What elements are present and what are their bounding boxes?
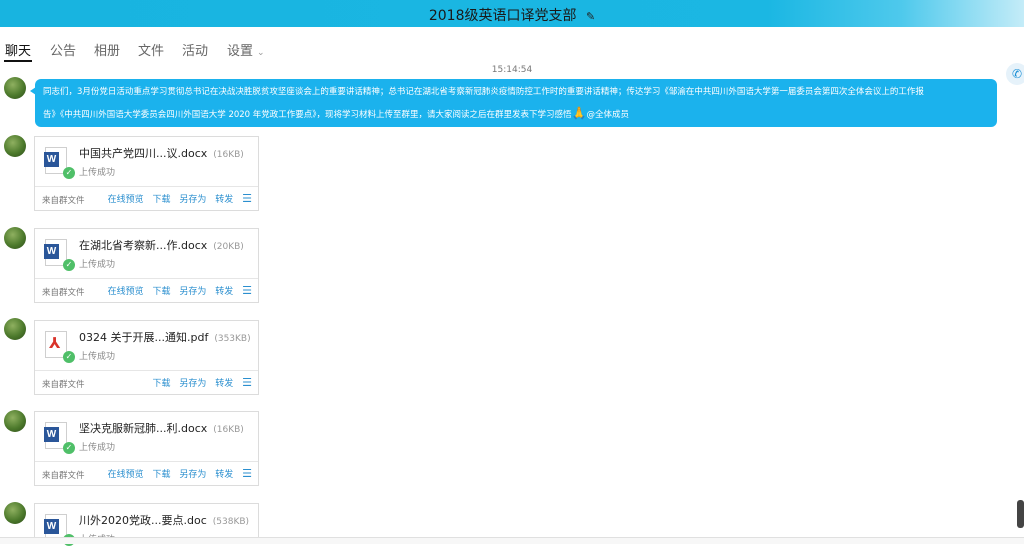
forward-link[interactable]: 转发 xyxy=(215,287,233,297)
more-menu-icon[interactable]: ☰ xyxy=(242,284,252,297)
forward-link[interactable]: 转发 xyxy=(215,195,233,205)
avatar[interactable] xyxy=(4,77,26,99)
scrollbar-thumb[interactable] xyxy=(1017,500,1024,528)
forward-link[interactable]: 转发 xyxy=(215,379,233,389)
more-menu-icon[interactable]: ☰ xyxy=(242,376,252,389)
file-source: 来自群文件 xyxy=(42,288,85,298)
word-file-icon: W✓ xyxy=(44,239,75,271)
download-link[interactable]: 下载 xyxy=(152,379,170,389)
upload-status: 上传成功 xyxy=(79,352,116,362)
message-timestamp: 15:14:54 xyxy=(491,65,533,75)
file-info: W ✓ 中国共产党四川...议.docx (16KB) 上传成功 xyxy=(35,137,258,186)
input-area-edge xyxy=(0,537,1024,544)
tab-bar: 聊天 公告 相册 文件 活动 设置 ⌄ ✆ xyxy=(0,27,1024,85)
edit-icon[interactable]: ✎ xyxy=(586,10,595,23)
check-icon: ✓ xyxy=(63,442,75,454)
more-menu-icon[interactable]: ☰ xyxy=(242,192,252,205)
file-source: 来自群文件 xyxy=(42,471,85,481)
file-actions: 在线预览 下载 另存为 转发 ☰ xyxy=(102,284,252,297)
save-as-link[interactable]: 另存为 xyxy=(179,470,206,480)
word-file-icon: W✓ xyxy=(44,422,75,454)
message-line-1: 同志们，3月份党日活动重点学习贯彻总书记在决战决胜脱贫攻坚座谈会上的重要讲话精神… xyxy=(43,87,924,97)
pdf-file-icon: ⅄ ✓ xyxy=(45,331,75,363)
avatar[interactable] xyxy=(4,502,26,524)
tab-settings[interactable]: 设置 ⌄ xyxy=(227,40,265,59)
file-actions: 在线预览 下载 另存为 转发 ☰ xyxy=(102,192,252,205)
save-as-link[interactable]: 另存为 xyxy=(179,287,206,297)
tab-files[interactable]: 文件 xyxy=(138,40,164,59)
preview-online-link[interactable]: 在线预览 xyxy=(108,470,144,480)
file-source: 来自群文件 xyxy=(42,380,85,390)
file-name[interactable]: 坚决克服新冠肺...利.docx (16KB) xyxy=(79,420,244,436)
file-actions-row: 来自群文件 下载 另存为 转发 ☰ xyxy=(35,370,258,395)
download-link[interactable]: 下载 xyxy=(152,470,170,480)
word-file-icon: W✓ xyxy=(44,147,75,179)
file-actions-row: 来自群文件 在线预览 下载 另存为 转发 ☰ xyxy=(35,186,258,211)
title-bar: 2018级英语口译党支部 ✎ xyxy=(0,0,1024,27)
more-menu-icon[interactable]: ☰ xyxy=(242,467,252,480)
check-icon: ✓ xyxy=(63,167,75,179)
file-name[interactable]: 0324 关于开展...通知.pdf (353KB) xyxy=(79,329,251,345)
file-info: W ✓ 在湖北省考察新...作.docx (20KB) 上传成功 xyxy=(35,229,258,278)
avatar[interactable] xyxy=(4,410,26,432)
file-size: (538KB) xyxy=(212,517,250,527)
file-actions-row: 来自群文件 在线预览 下载 另存为 转发 ☰ xyxy=(35,461,258,486)
file-actions: 在线预览 下载 另存为 转发 ☰ xyxy=(102,467,252,480)
file-card[interactable]: ⅄ ✓ 0324 关于开展...通知.pdf (353KB) 上传成功 来自群文件 … xyxy=(34,320,259,395)
check-icon: ✓ xyxy=(63,351,75,363)
message-line-2: 告》《中共四川外国语大学委员会四川外国语大学 2020 年党政工作要点》，现将学… xyxy=(43,103,989,126)
upload-status: 上传成功 xyxy=(79,443,116,453)
tab-chat[interactable]: 聊天 xyxy=(3,40,33,62)
file-size: (20KB) xyxy=(213,242,244,252)
avatar[interactable] xyxy=(4,135,26,157)
avatar[interactable] xyxy=(4,227,26,249)
save-as-link[interactable]: 另存为 xyxy=(179,195,206,205)
file-name[interactable]: 中国共产党四川...议.docx (16KB) xyxy=(79,145,244,161)
tab-album[interactable]: 相册 xyxy=(94,40,120,59)
preview-online-link[interactable]: 在线预览 xyxy=(108,195,144,205)
upload-status: 上传成功 xyxy=(79,168,116,178)
file-name[interactable]: 在湖北省考察新...作.docx (20KB) xyxy=(79,237,244,253)
file-info: W ✓ 坚决克服新冠肺...利.docx (16KB) 上传成功 xyxy=(35,412,258,461)
message-line-2-text: 告》《中共四川外国语大学委员会四川外国语大学 2020 年党政工作要点》，现将学… xyxy=(43,110,572,120)
file-card[interactable]: W ✓ 坚决克服新冠肺...利.docx (16KB) 上传成功 来自群文件 在线预… xyxy=(34,411,259,486)
file-actions-row: 来自群文件 在线预览 下载 另存为 转发 ☰ xyxy=(35,278,258,303)
chevron-down-icon: ⌄ xyxy=(257,48,265,58)
group-name: 2018级英语口译党支部 xyxy=(428,8,577,24)
file-card[interactable]: W✓ 川外2020党政...要点.doc(538KB) 上传成功 xyxy=(34,503,259,546)
file-size: (16KB) xyxy=(213,150,244,160)
file-card[interactable]: W ✓ 中国共产党四川...议.docx (16KB) 上传成功 来自群文件 在线预… xyxy=(34,136,259,211)
file-actions: 下载 另存为 转发 ☰ xyxy=(146,376,252,389)
tab-settings-label: 设置 xyxy=(227,44,254,59)
file-info: ⅄ ✓ 0324 关于开展...通知.pdf (353KB) 上传成功 xyxy=(35,321,258,370)
file-size: (16KB) xyxy=(213,425,244,435)
download-link[interactable]: 下载 xyxy=(152,287,170,297)
file-card[interactable]: W ✓ 在湖北省考察新...作.docx (20KB) 上传成功 来自群文件 在线预… xyxy=(34,228,259,303)
preview-online-link[interactable]: 在线预览 xyxy=(108,287,144,297)
check-icon: ✓ xyxy=(63,259,75,271)
window-title: 2018级英语口译党支部 ✎ xyxy=(0,5,1024,25)
save-as-link[interactable]: 另存为 xyxy=(179,379,206,389)
tab-activities[interactable]: 活动 xyxy=(182,40,208,59)
tab-announcements[interactable]: 公告 xyxy=(50,40,76,59)
message-bubble: 同志们，3月份党日活动重点学习贯彻总书记在决战决胜脱贫攻坚座谈会上的重要讲话精神… xyxy=(30,79,997,127)
file-size: (353KB) xyxy=(214,334,251,344)
pray-emoji-icon: 🙏 xyxy=(571,106,587,120)
file-info: W✓ 川外2020党政...要点.doc(538KB) 上传成功 xyxy=(35,504,258,553)
forward-link[interactable]: 转发 xyxy=(215,470,233,480)
upload-status: 上传成功 xyxy=(79,260,116,270)
file-name[interactable]: 川外2020党政...要点.doc (538KB) xyxy=(79,512,249,528)
download-link[interactable]: 下载 xyxy=(152,195,170,205)
avatar[interactable] xyxy=(4,318,26,340)
mention-all[interactable]: @全体成员 xyxy=(587,110,630,120)
file-source: 来自群文件 xyxy=(42,196,85,206)
